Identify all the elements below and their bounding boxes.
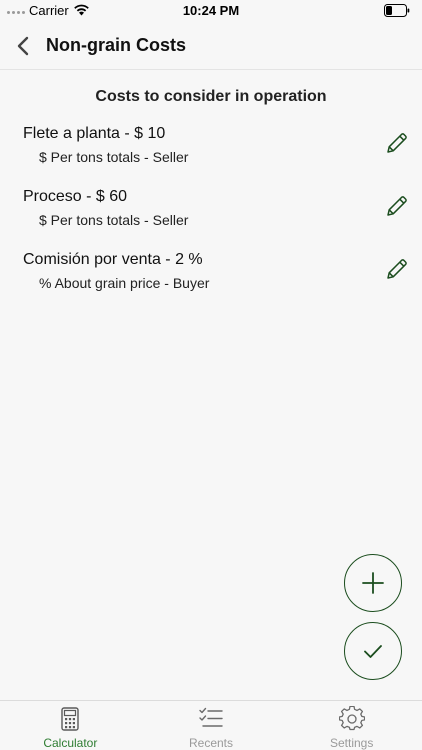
clock: 10:24 PM — [182, 3, 240, 18]
add-cost-button[interactable] — [344, 554, 402, 612]
checklist-icon — [199, 707, 223, 727]
battery-icon — [384, 4, 410, 17]
page-title: Non-grain Costs — [46, 35, 187, 55]
calculator-icon — [61, 707, 80, 731]
tab-recents[interactable]: Recents — [141, 701, 282, 750]
status-bar: Carrier 10:24 PM — [0, 0, 422, 22]
cost-item-detail: % About grain price - Buyer — [39, 275, 210, 291]
cost-item-comision: Comisión por venta - 2 % % About grain p… — [0, 251, 422, 307]
pencil-icon[interactable] — [385, 257, 409, 281]
gear-icon — [338, 706, 365, 731]
back-chevron-icon[interactable] — [14, 34, 32, 58]
cost-item-label: Comisión por venta - 2 % — [23, 251, 203, 268]
cost-item-detail: $ Per tons totals - Seller — [39, 149, 189, 165]
navigation-bar: Non-grain Costs — [0, 22, 422, 70]
pencil-icon[interactable] — [385, 131, 409, 155]
cost-item-proceso: Proceso - $ 60 $ Per tons totals - Selle… — [0, 188, 422, 244]
tab-label: Recents — [188, 736, 234, 750]
tab-label: Calculator — [43, 736, 98, 750]
cost-item-detail: $ Per tons totals - Seller — [39, 212, 189, 228]
tab-settings[interactable]: Settings — [281, 701, 422, 750]
pencil-icon[interactable] — [385, 194, 409, 218]
checkmark-icon — [364, 645, 382, 658]
cost-item-label: Proceso - $ 60 — [23, 188, 128, 205]
tab-calculator[interactable]: Calculator — [0, 701, 141, 750]
tab-bar: Calculator Recents Settings — [0, 700, 422, 750]
cost-item-flete: Flete a planta - $ 10 $ Per tons totals … — [0, 125, 422, 181]
plus-icon — [362, 572, 384, 594]
confirm-button[interactable] — [344, 622, 402, 680]
tab-label: Settings — [330, 736, 374, 750]
section-header: Costs to consider in operation — [95, 88, 327, 105]
cost-item-label: Flete a planta - $ 10 — [23, 125, 166, 142]
